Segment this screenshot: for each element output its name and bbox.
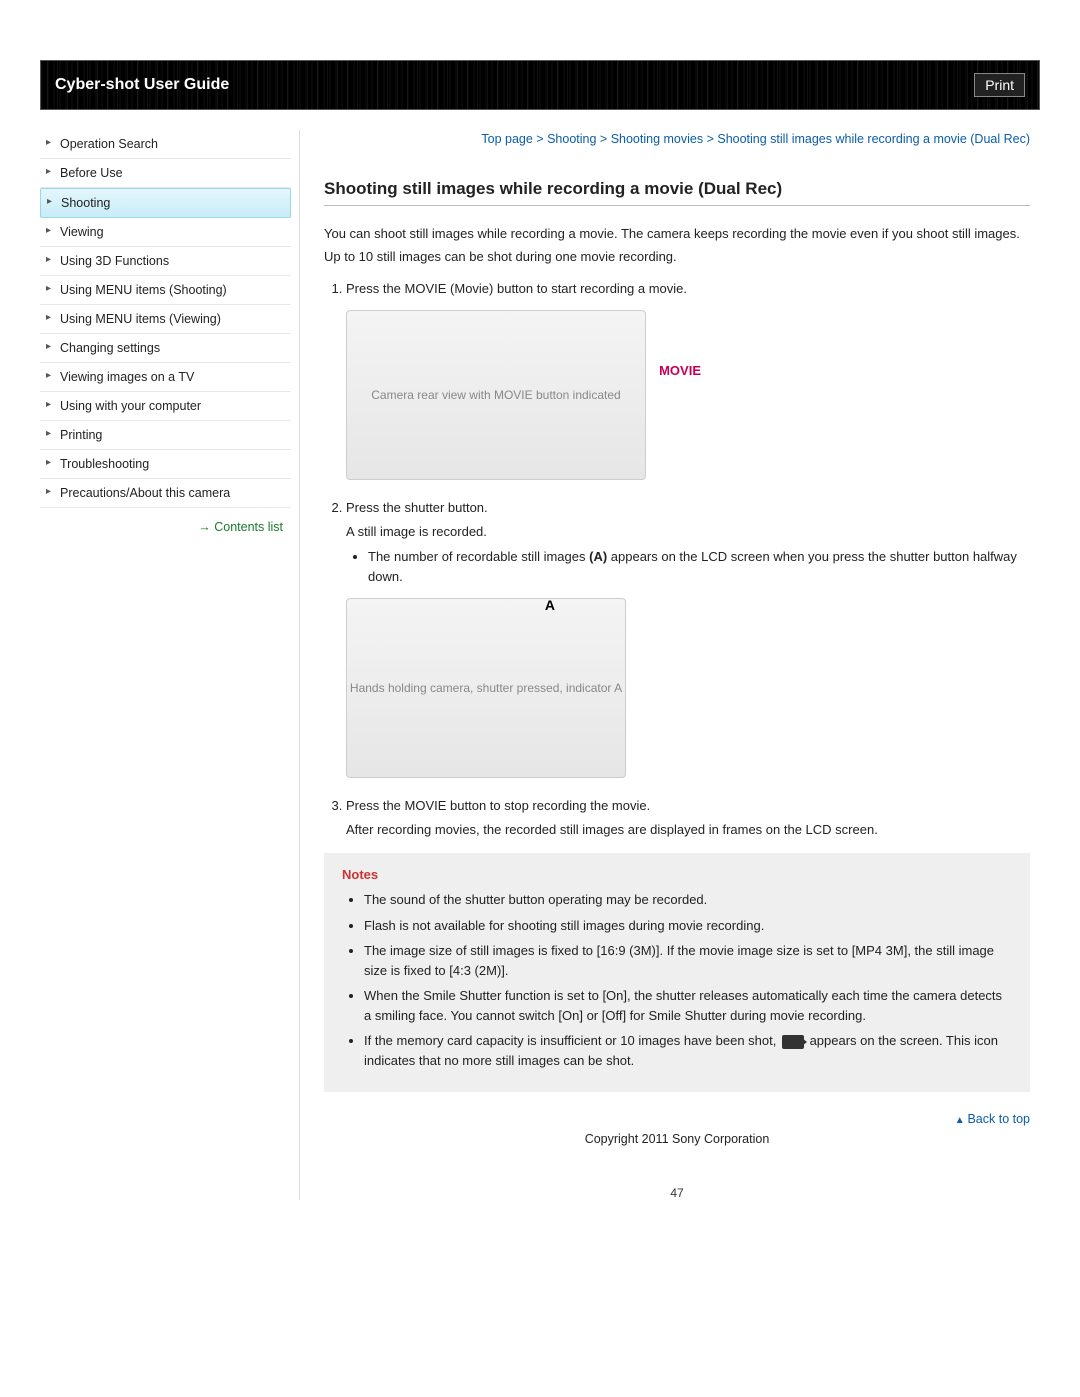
a-indicator-label: A <box>545 595 555 616</box>
sidebar-item[interactable]: Viewing images on a TV <box>40 363 291 392</box>
copyright-text: Copyright 2011 Sony Corporation <box>324 1132 1030 1146</box>
step-text: Press the MOVIE button to stop recording… <box>346 798 650 813</box>
sidebar: Operation SearchBefore UseShootingViewin… <box>40 130 300 1200</box>
sidebar-item[interactable]: Using MENU items (Viewing) <box>40 305 291 334</box>
figure-alt: Hands holding camera, shutter pressed, i… <box>350 679 622 697</box>
page-title: Shooting still images while recording a … <box>324 179 1030 206</box>
sidebar-item[interactable]: Viewing <box>40 218 291 247</box>
contents-list-link[interactable]: Contents list <box>40 508 291 534</box>
breadcrumb-link[interactable]: Shooting movies <box>611 132 703 146</box>
sidebar-item[interactable]: Using MENU items (Shooting) <box>40 276 291 305</box>
intro-paragraph: You can shoot still images while recordi… <box>324 224 1030 244</box>
figure-camera-movie: Camera rear view with MOVIE button indic… <box>346 310 646 480</box>
sidebar-item[interactable]: Printing <box>40 421 291 450</box>
step-bullet: The number of recordable still images (A… <box>368 547 1030 586</box>
breadcrumb-link[interactable]: Shooting still images while recording a … <box>717 132 1030 146</box>
sidebar-item[interactable]: Shooting <box>40 188 291 218</box>
sidebar-item[interactable]: Troubleshooting <box>40 450 291 479</box>
step-3: Press the MOVIE button to stop recording… <box>346 796 1030 839</box>
note-item: Flash is not available for shooting stil… <box>364 916 1012 936</box>
step-subtext: A still image is recorded. <box>346 522 1030 542</box>
intro-text: You can shoot still images while recordi… <box>324 224 1030 267</box>
note-item: The image size of still images is fixed … <box>364 941 1012 980</box>
page-number: 47 <box>324 1186 1030 1200</box>
note-item: When the Smile Shutter function is set t… <box>364 986 1012 1025</box>
step-text: Press the MOVIE (Movie) button to start … <box>346 281 687 296</box>
intro-paragraph: Up to 10 still images can be shot during… <box>324 247 1030 267</box>
figure-camera-shutter: Hands holding camera, shutter pressed, i… <box>346 598 626 778</box>
step-1: Press the MOVIE (Movie) button to start … <box>346 279 1030 481</box>
sidebar-item[interactable]: Using 3D Functions <box>40 247 291 276</box>
step-subtext: After recording movies, the recorded sti… <box>346 820 1030 840</box>
main-content: Top page > Shooting > Shooting movies > … <box>300 130 1040 1200</box>
breadcrumb-link[interactable]: Top page <box>481 132 532 146</box>
sidebar-item[interactable]: Changing settings <box>40 334 291 363</box>
step-text: Press the shutter button. <box>346 500 488 515</box>
figure-alt: Camera rear view with MOVIE button indic… <box>371 386 620 404</box>
app-title: Cyber-shot User Guide <box>55 76 229 94</box>
notes-heading: Notes <box>342 867 1012 882</box>
notes-box: Notes The sound of the shutter button op… <box>324 853 1030 1092</box>
sidebar-item[interactable]: Operation Search <box>40 130 291 159</box>
sidebar-item[interactable]: Precautions/About this camera <box>40 479 291 508</box>
print-button[interactable]: Print <box>974 73 1025 97</box>
note-item: If the memory card capacity is insuffici… <box>364 1031 1012 1070</box>
step-2: Press the shutter button. A still image … <box>346 498 1030 778</box>
sidebar-item[interactable]: Before Use <box>40 159 291 188</box>
movie-label: MOVIE <box>659 361 701 381</box>
no-more-shots-icon <box>782 1035 804 1049</box>
breadcrumb: Top page > Shooting > Shooting movies > … <box>324 130 1030 149</box>
breadcrumb-link[interactable]: Shooting <box>547 132 596 146</box>
sidebar-item[interactable]: Using with your computer <box>40 392 291 421</box>
back-to-top-link[interactable]: Back to top <box>324 1112 1030 1126</box>
header-bar: Cyber-shot User Guide Print <box>40 60 1040 110</box>
note-item: The sound of the shutter button operatin… <box>364 890 1012 910</box>
